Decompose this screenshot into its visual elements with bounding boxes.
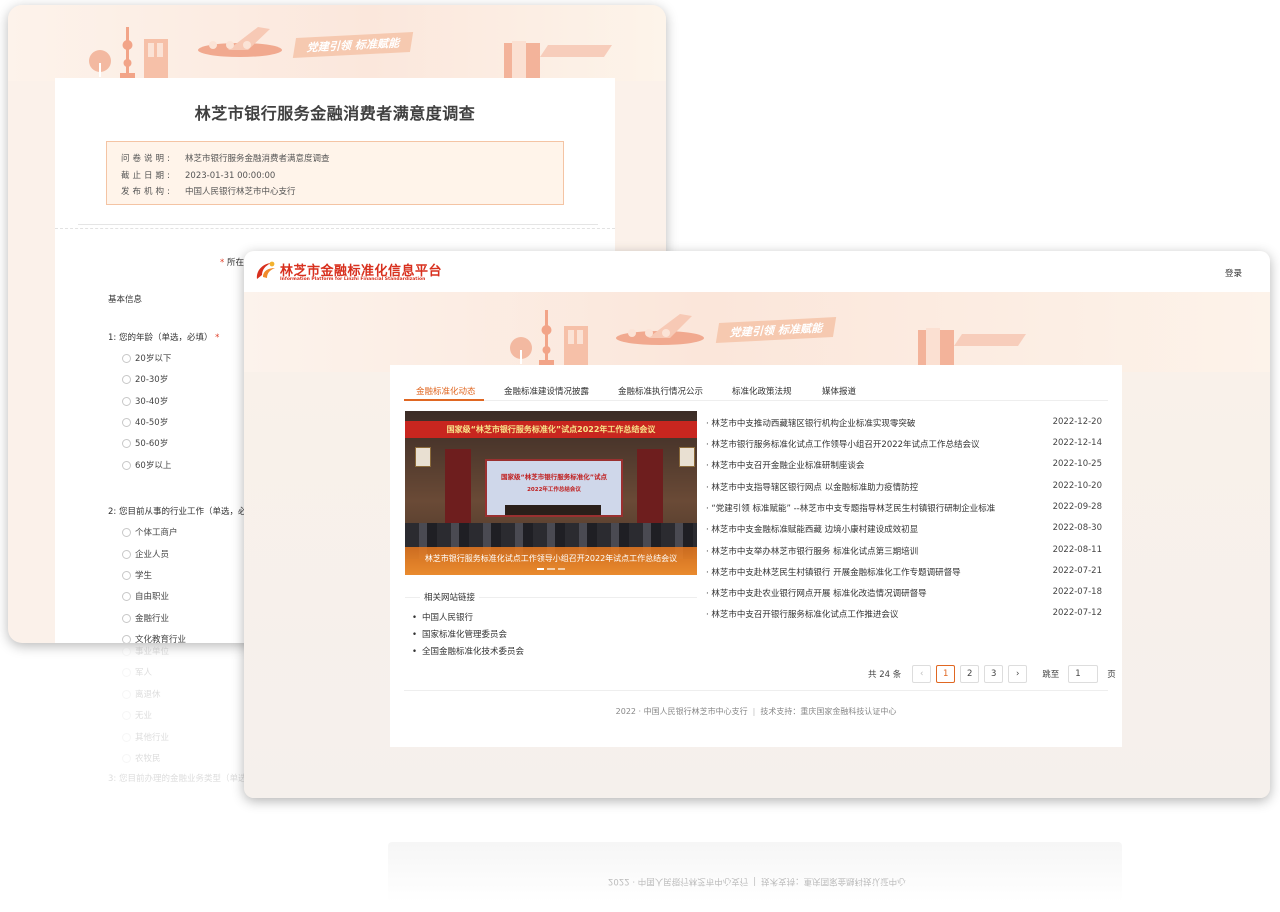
reflection-option: 其他行业 [122,731,169,743]
prev-page-button[interactable]: ‹ [912,665,932,683]
news-tabs: 金融标准化动态 金融标准建设情况披露 金融标准执行情况公示 标准化政策法规 媒体… [404,381,1108,401]
option-age-20-30[interactable]: 20-30岁 [122,373,168,385]
question-industry: 2: 您目前从事的行业工作（单选，必 [108,507,247,517]
meeting-banner-text: 国家级“林芝市银行服务标准化”试点2022年工作总结会议 [446,425,656,434]
tab-policy-regulations[interactable]: 标准化政策法规 [732,385,792,397]
login-link[interactable]: 登录 [1225,267,1242,279]
radio-button[interactable] [122,613,131,623]
tab-standard-disclosure[interactable]: 金融标准建设情况披露 [504,385,589,397]
news-carousel-photo[interactable]: 国家级“林芝市银行服务标准化”试点2022年工作总结会议 国家级“林芝市银行服务… [405,411,697,575]
tab-finance-standard-news[interactable]: 金融标准化动态 [416,385,476,397]
option-industry-individual[interactable]: 个体工商户 [122,526,178,538]
active-tab-indicator [404,399,484,401]
news-item[interactable]: · 林芝市中支赴农业银行网点开展 标准化改造情况调研督导 2022-07-18 [706,587,1102,601]
page-1-button[interactable]: 1 [936,665,956,683]
option-age-50-60[interactable]: 50-60岁 [122,437,168,449]
divider [404,690,1108,691]
news-item[interactable]: · 林芝市银行服务标准化试点工作领导小组召开2022年试点工作总结会议 2022-… [706,438,1102,452]
reflection-option: 离退休 [122,688,161,700]
radio-button[interactable] [122,417,131,427]
link-sac[interactable]: 国家标准化管理委员会 [412,628,507,640]
reflection-option: 无业 [122,709,152,721]
location-field-label: * 所在 [220,258,244,268]
option-industry-finance[interactable]: 金融行业 [122,612,169,624]
radio-button[interactable] [122,438,131,448]
survey-info-description: 问卷说明: 林芝市银行服务金融消费者满意度调查 [121,154,330,164]
radio-button[interactable] [122,460,131,470]
radio-button[interactable] [122,396,131,406]
news-item[interactable]: · “党建引领 标准赋能” --林芝市中支专题指导林芝民生村镇银行研制企业标准 2… [706,502,1102,516]
portrait [679,447,695,467]
reflection-footer-text: 2022 · 中国人民银行林芝市中心支行 | 技术支持：重庆国家金融科技认证中心 [608,876,906,886]
jump-to-label: 跳至 [1042,670,1060,680]
reflection-question: 3: 您目前办理的金融业务类型（单选 [108,774,247,784]
news-item[interactable]: · 林芝市中支金融标准赋能西藏 边境小康村建设成效初显 2022-08-30 [706,523,1102,537]
survey-banner: 党建引领 标准赋能 [8,5,666,81]
survey-info-box: 问卷说明: 林芝市银行服务金融消费者满意度调查 截止日期: 2023-01-31 0… [106,141,564,205]
divider [55,228,615,229]
related-links-title: 相关网站链接 [420,591,480,603]
news-item[interactable]: · 林芝市中支召开银行服务标准化试点工作推进会议 2022-07-12 [706,608,1102,622]
page-unit-label: 页 [1107,670,1116,680]
option-industry-freelance[interactable]: 自由职业 [122,590,169,602]
footer-copyright: 2022 · 中国人民银行林芝市中心支行 [615,707,748,716]
pagination: 共 24 条 ‹ 1 2 3 › 跳至 1 页 [868,664,1116,684]
platform-window: 林芝市金融标准化信息平台 Information Platform for Li… [244,251,1270,798]
reflection-option: 军人 [122,666,152,678]
portrait [415,447,431,467]
survey-title: 林芝市银行服务金融消费者满意度调查 [194,104,476,123]
page-3-button[interactable]: 3 [984,665,1004,683]
tab-standard-execution[interactable]: 金融标准执行情况公示 [618,385,703,397]
option-industry-enterprise[interactable]: 企业人员 [122,548,169,560]
top-navbar: 林芝市金融标准化信息平台 Information Platform for Li… [244,251,1270,292]
meeting-table [505,505,601,515]
news-item[interactable]: · 林芝市中支举办林芝市银行服务 标准化试点第三期培训 2022-08-11 [706,545,1102,559]
link-fin-std-committee[interactable]: 全国金融标准化技术委员会 [412,645,524,657]
platform-reflection: 2022 · 中国人民银行林芝市中心支行 | 技术支持：重庆国家金融科技认证中心 [388,842,1122,902]
platform-logo-subtitle: Information Platform for Linzhi Financia… [280,277,426,282]
pagination-total: 共 24 条 [868,670,902,680]
platform-banner: 党建引领 标准赋能 [244,292,1270,372]
screen-text: 国家级“林芝市银行服务标准化”试点 [500,473,608,481]
section-basic-info: 基本信息 [102,293,149,305]
news-item[interactable]: · 林芝市中支推动西藏辖区银行机构企业标准实现零突破 2022-12-20 [706,417,1102,431]
section-divider [78,224,598,225]
footer: 2022 · 中国人民银行林芝市中心支行 | 技术支持：重庆国家金融科技认证中心 [615,707,897,716]
option-industry-education[interactable]: 文化教育行业 [122,633,186,643]
reflection-option: 事业单位 [122,645,169,657]
tab-media-reports[interactable]: 媒体报道 [822,385,856,397]
page-2-button[interactable]: 2 [960,665,980,683]
screen-text: 2022年工作总结会议 [527,487,581,493]
carousel-dots[interactable] [537,568,565,571]
radio-button[interactable] [122,353,131,363]
link-pboc[interactable]: 中国人民银行 [412,611,473,623]
option-industry-student[interactable]: 学生 [122,569,152,581]
radio-button[interactable] [122,527,131,537]
survey-info-publisher: 发布机构: 中国人民银行林芝市中心支行 [121,187,296,197]
survey-info-deadline: 截止日期: 2023-01-31 00:00:00 [121,170,276,181]
photo-caption: 林芝市银行服务标准化试点工作领导小组召开2022年试点工作总结会议 [424,554,678,563]
radio-button[interactable] [122,591,131,601]
news-item[interactable]: · 林芝市中支召开金融企业标准研制座谈会 2022-10-25 [706,459,1102,473]
page-jump-input[interactable]: 1 [1068,665,1099,683]
next-page-button[interactable]: › [1008,665,1028,683]
radio-button[interactable] [122,549,131,559]
option-age-under-20[interactable]: 20岁以下 [122,352,171,364]
radio-button[interactable] [122,634,131,643]
radio-button[interactable] [122,374,131,384]
footer-support: 技术支持：重庆国家金融科技认证中心 [760,707,897,716]
radio-button[interactable] [122,570,131,580]
content-panel: 金融标准化动态 金融标准建设情况披露 金融标准执行情况公示 标准化政策法规 媒体… [390,365,1122,747]
news-item[interactable]: · 林芝市中支指导辖区银行网点 以金融标准助力疫情防控 2022-10-20 [706,481,1102,495]
option-age-40-50[interactable]: 40-50岁 [122,416,168,428]
option-age-over-60[interactable]: 60岁以上 [122,459,171,471]
news-item[interactable]: · 林芝市中支赴林芝民生村镇银行 开展金融标准化工作专题调研督导 2022-07-… [706,566,1102,580]
question-age: 1: 您的年龄（单选，必填） * [108,333,220,343]
option-age-30-40[interactable]: 30-40岁 [122,395,168,407]
platform-logo-icon [256,261,275,279]
reflection-option: 农牧民 [122,752,161,764]
